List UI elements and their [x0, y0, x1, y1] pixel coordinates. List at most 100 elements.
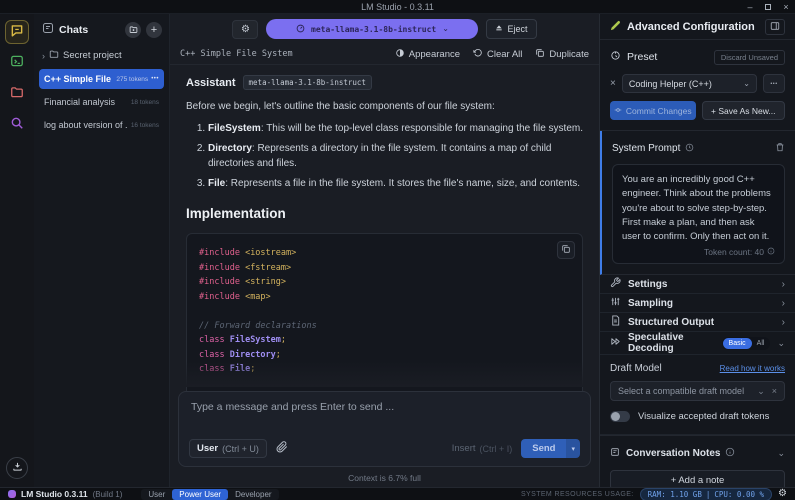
discard-unsaved-button[interactable]: Discard Unsaved — [714, 50, 785, 65]
folder-icon — [49, 49, 59, 62]
message-paragraph: Before we begin, let's outline the basic… — [186, 101, 583, 112]
clear-all-icon — [473, 48, 483, 61]
folder-secret-project[interactable]: › Secret project — [34, 45, 169, 66]
term: File — [208, 178, 225, 189]
chat-bubble-icon — [10, 23, 24, 42]
eject-model-button[interactable]: Eject — [486, 19, 536, 39]
chat-title: log about version of ... — [44, 120, 128, 130]
settings-gear-icon[interactable]: ⚙ — [778, 489, 787, 499]
toggle-panel-button[interactable] — [765, 19, 785, 35]
wrench-icon — [610, 275, 621, 293]
chat-token-count: 275 tokens — [116, 76, 148, 83]
role-label: User — [197, 443, 218, 454]
preset-menu-button[interactable]: ••• — [763, 74, 785, 93]
toggle-basic[interactable]: Basic — [723, 338, 752, 349]
resources-usage-badge[interactable]: RAM: 1.10 GB | CPU: 0.00 % — [640, 488, 772, 500]
chat-item[interactable]: Financial analysis 18 tokens — [39, 92, 164, 112]
section-speculative-decoding[interactable]: Speculative Decoding Basic All ⌄ — [600, 332, 795, 355]
message-input[interactable] — [191, 401, 578, 427]
loaded-model-selector[interactable]: meta-llama-3.1-8b-instruct ⌄ — [266, 19, 478, 39]
message-composer[interactable]: User (Ctrl + U) Insert (Ctrl + I) Send ▾ — [178, 391, 591, 467]
commit-changes-label: Commit Changes — [626, 106, 692, 116]
conversation-notes-label: Conversation Notes — [626, 448, 720, 459]
chevron-down-icon: ⌄ — [743, 79, 750, 88]
visualize-tokens-toggle[interactable] — [610, 411, 630, 422]
section-label: Settings — [628, 279, 782, 290]
chats-header: Chats + — [34, 14, 169, 45]
message-model-badge: meta-llama-3.1-8b-instruct — [243, 75, 372, 90]
window-title: LM Studio - 0.3.11 — [361, 2, 434, 12]
insert-shortcut: (Ctrl + I) — [480, 444, 513, 454]
chats-sidebar: Chats + › Secret project C++ Simple File… — [34, 14, 170, 487]
list-item: Directory: Represents a directory in the… — [208, 141, 583, 171]
clear-all-label: Clear All — [487, 49, 522, 60]
duplicate-button[interactable]: Duplicate — [535, 48, 589, 61]
close-icon[interactable]: × — [781, 2, 791, 12]
composer-footer: User (Ctrl + U) Insert (Ctrl + I) Send ▾ — [189, 439, 580, 458]
trash-icon[interactable] — [775, 139, 785, 157]
mode-user[interactable]: User — [141, 489, 172, 500]
draft-model-placeholder: Select a compatible draft model — [618, 386, 757, 396]
section-settings[interactable]: Settings › — [600, 275, 795, 294]
resources-label: SYSTEM RESOURCES USAGE: — [521, 491, 634, 498]
chat-item[interactable]: log about version of ... 16 tokens — [39, 115, 164, 135]
read-how-it-works-link[interactable]: Read how it works — [720, 364, 785, 373]
insert-button[interactable]: Insert (Ctrl + I) — [452, 443, 513, 454]
clear-icon[interactable]: × — [772, 386, 777, 396]
chevron-down-icon: ⌄ — [777, 338, 785, 349]
config-panel-header: Advanced Configuration — [600, 14, 795, 40]
info-icon — [767, 247, 775, 257]
draft-model-select[interactable]: Select a compatible draft model ⌄ × — [610, 381, 785, 401]
conversation-notes-header[interactable]: Conversation Notes ⌄ — [610, 444, 785, 462]
basic-all-toggle[interactable]: Basic All — [722, 337, 771, 350]
system-prompt-editor[interactable]: You are an incredibly good C++ engineer.… — [612, 164, 785, 264]
preset-section: Preset Discard Unsaved × Coding Helper (… — [600, 40, 795, 131]
appearance-button[interactable]: Appearance — [395, 48, 460, 61]
section-sampling[interactable]: Sampling › — [600, 294, 795, 313]
chevron-down-icon: ⌄ — [777, 448, 785, 459]
model-settings-button[interactable]: ⚙ — [232, 20, 258, 39]
role-selector-button[interactable]: User (Ctrl + U) — [189, 439, 267, 458]
section-structured-output[interactable]: Structured Output › — [600, 313, 795, 332]
assistant-message-header: Assistant meta-llama-3.1-8b-instruct — [186, 75, 583, 90]
separator: | — [706, 490, 711, 499]
downloads-button[interactable] — [6, 457, 28, 479]
ram-usage: RAM: 1.10 GB — [648, 490, 702, 499]
system-prompt-text: You are an incredibly good C++ engineer.… — [622, 173, 775, 244]
duplicate-label: Duplicate — [549, 49, 589, 60]
send-options-caret[interactable]: ▾ — [566, 439, 580, 458]
toggle-all[interactable]: All — [752, 338, 770, 349]
clear-all-button[interactable]: Clear All — [473, 48, 522, 61]
list-item: File: Represents a file in the file syst… — [208, 176, 583, 191]
chats-icon — [42, 21, 54, 39]
prompt-history-icon[interactable] — [685, 139, 694, 157]
term: FileSystem — [208, 123, 261, 134]
duplicate-icon — [535, 48, 545, 61]
new-chat-button[interactable]: + — [146, 22, 162, 38]
nav-discover-button[interactable] — [5, 113, 29, 137]
chat-item-selected[interactable]: C++ Simple File System 275 tokens ••• — [39, 69, 164, 89]
document-icon — [610, 313, 621, 331]
preset-select[interactable]: Coding Helper (C++) ⌄ — [622, 74, 757, 93]
maximize-icon[interactable] — [765, 4, 771, 10]
chat-title: C++ Simple File System — [44, 74, 113, 84]
copy-code-button[interactable] — [557, 241, 575, 259]
send-button[interactable]: Send ▾ — [521, 439, 580, 458]
mode-power-user[interactable]: Power User — [172, 489, 228, 500]
role-shortcut: (Ctrl + U) — [222, 444, 259, 454]
eject-label: Eject — [507, 24, 527, 34]
minimize-icon[interactable]: – — [745, 2, 755, 12]
app-version-label: LM Studio 0.3.11 — [21, 489, 88, 499]
new-folder-button[interactable] — [125, 22, 141, 38]
nav-my-models-button[interactable] — [5, 82, 29, 106]
save-as-new-button[interactable]: + Save As New... — [702, 101, 785, 120]
commit-changes-button[interactable]: Commit Changes — [610, 101, 696, 120]
chat-menu-icon[interactable]: ••• — [151, 76, 159, 82]
nav-developer-button[interactable] — [5, 51, 29, 75]
config-panel-title: Advanced Configuration — [627, 21, 765, 33]
attach-file-button[interactable] — [276, 440, 288, 458]
mode-developer[interactable]: Developer — [228, 489, 278, 500]
clear-preset-button[interactable]: × — [610, 79, 616, 89]
window-controls: – × — [745, 0, 791, 14]
nav-chats-button[interactable] — [5, 20, 29, 44]
